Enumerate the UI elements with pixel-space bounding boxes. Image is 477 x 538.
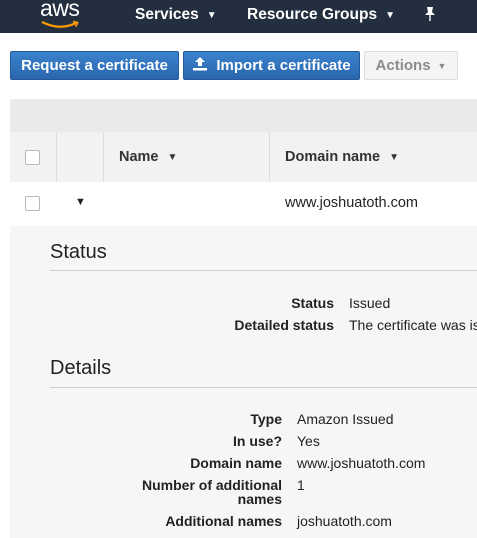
domain-name-value: www.joshuatoth.com [297,455,426,471]
upload-icon [192,56,208,75]
row-checkbox[interactable] [25,196,40,211]
table-toolbar [10,99,477,132]
column-divider [56,132,57,182]
import-certificate-button[interactable]: Import a certificate [183,51,360,80]
request-certificate-button[interactable]: Request a certificate [10,51,179,80]
additional-names-label: Additional names [165,513,282,529]
section-divider [50,270,477,271]
column-divider [269,132,270,182]
details-section-title: Details [50,357,112,379]
caret-down-icon: ▼ [437,60,447,71]
domain-name-label: Domain name [190,455,282,471]
row-domain-name: www.joshuatoth.com [285,195,418,211]
in-use-label: In use? [232,433,282,449]
chevron-down-icon: ▼ [206,10,217,21]
column-divider [103,132,104,182]
column-header-domain-name[interactable]: Domain name ▼ [285,149,399,165]
actions-dropdown-button[interactable]: Actions ▼ [364,51,458,80]
detailed-status-value: The certificate was is [349,317,477,333]
detailed-status-label: Detailed status [234,317,334,333]
sort-icon: ▼ [167,152,178,163]
pin-icon[interactable] [423,6,437,27]
section-divider [50,387,477,388]
in-use-value: Yes [297,433,320,449]
column-header-domain-label: Domain name [285,149,381,165]
actions-label: Actions [375,57,431,74]
status-section-title: Status [50,241,107,263]
resource-groups-menu[interactable]: Resource Groups ▼ [247,6,395,24]
additional-names-count-label: Number of additional names [142,477,282,507]
import-certificate-label: Import a certificate [216,57,351,74]
type-label: Type [250,411,282,427]
resource-groups-label: Resource Groups [247,6,378,23]
column-header-name[interactable]: Name ▼ [119,149,177,165]
status-value: Issued [349,295,391,311]
aws-logo-text: aws [40,0,80,21]
expand-row-icon[interactable]: ▼ [75,196,86,208]
additional-names-count-value: 1 [297,477,305,493]
chevron-down-icon: ▼ [385,10,395,21]
aws-smile-icon [41,20,79,28]
column-header-name-label: Name [119,149,159,165]
services-menu[interactable]: Services ▼ [135,6,217,24]
aws-logo[interactable]: aws [40,0,84,33]
status-label: Status [291,295,334,311]
table-header [10,132,477,183]
sort-icon: ▼ [389,152,399,163]
services-label: Services [135,6,199,23]
additional-names-value: joshuatoth.com [297,513,392,529]
request-certificate-label: Request a certificate [21,57,168,74]
top-navigation-bar: aws Services ▼ Resource Groups ▼ [0,0,477,33]
type-value: Amazon Issued [297,411,394,427]
select-all-checkbox[interactable] [25,150,40,165]
